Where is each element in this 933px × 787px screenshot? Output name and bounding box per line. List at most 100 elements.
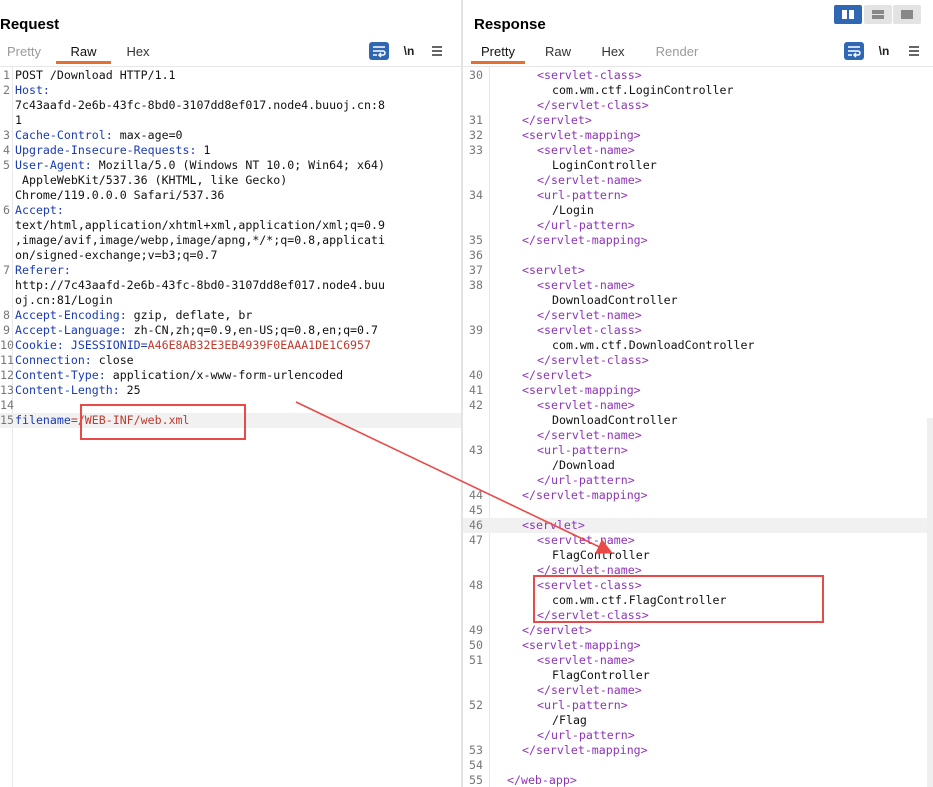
response-code-line: 47 <servlet-name>: [463, 533, 933, 548]
code-token: /Flag: [552, 713, 587, 727]
code-token: LoginController: [552, 158, 657, 172]
line-content: Accept-Language: zh-CN,zh;q=0.9,en-US;q=…: [15, 323, 378, 338]
response-panel: Response Pretty Raw Hex Render \n 30 <ser…: [463, 0, 933, 787]
line-content: <servlet-mapping>: [522, 383, 641, 398]
request-code-line: on/signed-exchange;v=b3;q=0.7: [0, 248, 461, 263]
line-number: 42: [469, 398, 483, 412]
response-code-line: com.wm.ctf.FlagController: [463, 593, 933, 608]
code-token: Upgrade-Insecure-Requests:: [15, 143, 197, 157]
line-number: 38: [469, 278, 483, 292]
line-number: 10: [0, 338, 14, 352]
split-vertical-icon[interactable]: [864, 5, 892, 24]
request-code-line: 4 Upgrade-Insecure-Requests: 1: [0, 143, 461, 158]
line-number: 47: [469, 533, 483, 547]
response-tab-render[interactable]: Render: [647, 42, 707, 64]
request-editor[interactable]: 1 POST /Download HTTP/1.1 2 Host: 7c43aafd-2…: [0, 66, 461, 787]
line-content: </servlet-class>: [537, 98, 649, 113]
code-token: Connection:: [15, 353, 92, 367]
code-token: <servlet>: [522, 263, 585, 277]
code-token: </servlet-mapping>: [522, 743, 648, 757]
newline-toggle-button[interactable]: \n: [874, 42, 894, 60]
line-content: Host:: [15, 83, 50, 98]
line-number: 33: [469, 143, 483, 157]
code-token: <url-pattern>: [537, 698, 628, 712]
request-tab-raw[interactable]: Raw: [56, 42, 111, 64]
hamburger-menu-icon[interactable]: [427, 42, 447, 60]
response-code-line: com.wm.ctf.DownloadController: [463, 338, 933, 353]
request-panel: Request Pretty Raw Hex \n 1 POST /Downloa…: [0, 0, 461, 787]
line-content: </servlet-class>: [537, 608, 649, 623]
response-code-line: 54: [463, 758, 933, 773]
code-token: <servlet-name>: [537, 653, 635, 667]
line-content: <servlet-class>: [537, 323, 642, 338]
line-content: <servlet-mapping>: [522, 638, 641, 653]
code-token: JSESSIONID=: [63, 338, 148, 352]
line-content: /Login: [552, 203, 594, 218]
request-code-line: text/html,application/xhtml+xml,applicat…: [0, 218, 461, 233]
response-code-line: </servlet-name>: [463, 173, 933, 188]
response-code-line: 39 <servlet-class>: [463, 323, 933, 338]
line-content: </url-pattern>: [537, 218, 635, 233]
line-content: on/signed-exchange;v=b3;q=0.7: [15, 248, 217, 263]
code-token: </servlet-class>: [537, 608, 649, 622]
word-wrap-icon[interactable]: [369, 42, 389, 60]
code-token: </web-app>: [507, 773, 577, 787]
code-token: filename: [15, 413, 71, 427]
line-number: 44: [469, 488, 483, 502]
line-content: Cache-Control: max-age=0: [15, 128, 183, 143]
line-number: 11: [0, 353, 14, 367]
code-token: Chrome/119.0.0.0 Safari/537.36: [15, 188, 225, 202]
line-content: DownloadController: [552, 293, 678, 308]
split-horizontal-icon[interactable]: [834, 5, 862, 24]
line-number: 13: [0, 383, 14, 397]
code-token: </servlet>: [522, 113, 592, 127]
response-editor[interactable]: 30 <servlet-class> com.wm.ctf.LoginControl…: [463, 66, 933, 787]
line-content: filename=/WEB-INF/web.xml: [15, 413, 190, 428]
line-content: http://7c43aafd-2e6b-43fc-8bd0-3107dd8ef…: [15, 278, 385, 293]
newline-toggle-button[interactable]: \n: [399, 42, 419, 60]
response-code-line: </servlet-class>: [463, 353, 933, 368]
code-token: <url-pattern>: [537, 443, 628, 457]
response-scrollbar[interactable]: [927, 418, 933, 787]
request-code-line: 3 Cache-Control: max-age=0: [0, 128, 461, 143]
single-pane-icon[interactable]: [893, 5, 921, 24]
code-token: <servlet-name>: [537, 533, 635, 547]
line-content: <servlet>: [522, 518, 585, 533]
line-number: 30: [469, 68, 483, 82]
request-code-line: 7 Referer:: [0, 263, 461, 278]
code-token: http://7c43aafd-2e6b-43fc-8bd0-3107dd8ef…: [15, 278, 385, 292]
code-token: Accept:: [15, 203, 64, 217]
response-code-line: 35 </servlet-mapping>: [463, 233, 933, 248]
line-number: 8: [3, 308, 10, 322]
hamburger-menu-icon[interactable]: [904, 42, 924, 60]
code-token: DownloadController: [552, 293, 678, 307]
code-token: <servlet-name>: [537, 398, 635, 412]
response-tab-raw[interactable]: Raw: [537, 42, 579, 64]
code-token: 7c43aafd-2e6b-43fc-8bd0-3107dd8ef017.nod…: [15, 98, 385, 112]
word-wrap-icon[interactable]: [844, 42, 864, 60]
code-token: Accept-Encoding:: [15, 308, 127, 322]
request-code-line: http://7c43aafd-2e6b-43fc-8bd0-3107dd8ef…: [0, 278, 461, 293]
code-token: </servlet-name>: [537, 308, 642, 322]
request-title: Request: [0, 16, 60, 33]
response-code-line: </servlet-name>: [463, 683, 933, 698]
line-content: </url-pattern>: [537, 473, 635, 488]
line-content: </servlet-name>: [537, 683, 642, 698]
request-tab-pretty[interactable]: Pretty: [0, 42, 48, 64]
code-token: </servlet>: [522, 623, 592, 637]
line-number: 15: [0, 413, 14, 427]
response-code-line: 40 </servlet>: [463, 368, 933, 383]
response-code-line: </servlet-name>: [463, 428, 933, 443]
line-content: /Download: [552, 458, 615, 473]
code-token: com.wm.ctf.DownloadController: [552, 338, 755, 352]
response-tab-pretty[interactable]: Pretty: [471, 42, 525, 64]
request-tab-hex[interactable]: Hex: [115, 42, 161, 64]
code-token: <servlet-mapping>: [522, 638, 641, 652]
code-token: </url-pattern>: [537, 473, 635, 487]
code-token: gzip, deflate, br: [126, 308, 253, 322]
code-token: zh-CN,zh;q=0.9,en-US;q=0.8,en;q=0.7: [126, 323, 378, 337]
code-token: <servlet-mapping>: [522, 128, 641, 142]
response-title: Response: [474, 16, 546, 33]
response-tab-hex[interactable]: Hex: [591, 42, 635, 64]
response-code-line: 30 <servlet-class>: [463, 68, 933, 83]
